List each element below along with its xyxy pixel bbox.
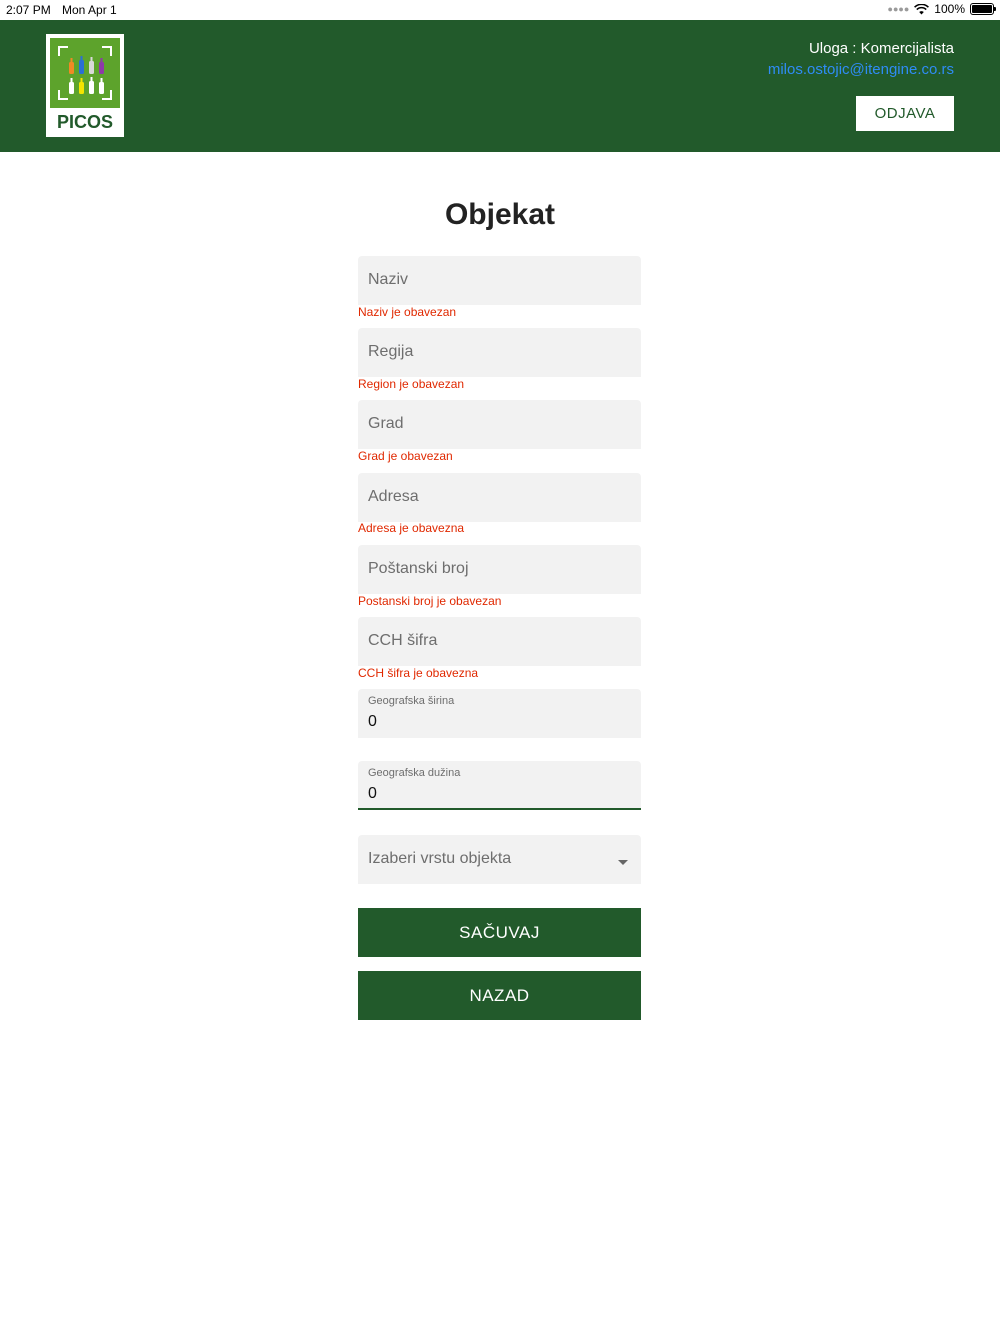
postanski-broj-input[interactable]: Poštanski broj xyxy=(358,545,641,594)
geo-duzina-label: Geografska dužina xyxy=(368,767,461,779)
battery-percent: 100% xyxy=(934,2,965,16)
signal-icon: ●●●● xyxy=(887,4,910,14)
postanski-broj-error: Postanski broj je obavezan xyxy=(358,594,502,608)
status-bar: 2:07 PM Mon Apr 1 ●●●● 100% xyxy=(0,0,1000,20)
wifi-icon xyxy=(914,3,930,14)
user-info: Uloga : Komercijalista milos.ostojic@ite… xyxy=(768,38,954,80)
dropdown-arrow-icon xyxy=(618,860,628,865)
app-header: PICOS Uloga : Komercijalista milos.ostoj… xyxy=(0,20,1000,152)
cch-sifra-input[interactable]: CCH šifra xyxy=(358,617,641,666)
grad-placeholder: Grad xyxy=(368,415,404,432)
vrsta-objekta-select[interactable]: Izaberi vrstu objekta xyxy=(358,835,641,884)
logo-text: PICOS xyxy=(56,112,113,132)
geo-duzina-value: 0 xyxy=(368,785,377,802)
regija-error: Region je obavezan xyxy=(358,377,465,391)
regija-placeholder: Regija xyxy=(368,343,414,360)
picos-logo: PICOS xyxy=(46,34,124,137)
status-time: 2:07 PM xyxy=(6,3,51,17)
grad-error: Grad je obavezan xyxy=(358,449,453,463)
user-email-link[interactable]: milos.ostojic@itengine.co.rs xyxy=(768,59,954,80)
postanski-broj-placeholder: Poštanski broj xyxy=(368,560,469,577)
back-button[interactable]: NAZAD xyxy=(358,971,641,1020)
battery-icon xyxy=(970,3,996,15)
logo-graphic xyxy=(50,38,120,108)
grad-input[interactable]: Grad xyxy=(358,400,641,449)
vrsta-objekta-placeholder: Izaberi vrstu objekta xyxy=(368,850,512,867)
cch-sifra-error: CCH šifra je obavezna xyxy=(358,666,479,680)
geo-duzina-input[interactable]: Geografska dužina 0 xyxy=(358,761,641,810)
bottles-icon xyxy=(69,56,104,94)
user-role: Uloga : Komercijalista xyxy=(808,40,954,57)
naziv-error: Naziv je obavezan xyxy=(358,305,457,319)
status-date: Mon Apr 1 xyxy=(62,3,117,17)
logout-button[interactable]: ODJAVA xyxy=(856,96,954,131)
status-right: ●●●● 100% xyxy=(887,2,996,16)
adresa-placeholder: Adresa xyxy=(368,488,419,505)
adresa-error: Adresa je obavezna xyxy=(358,521,465,535)
adresa-input[interactable]: Adresa xyxy=(358,473,641,522)
save-button[interactable]: SAČUVAJ xyxy=(358,908,641,957)
regija-input[interactable]: Regija xyxy=(358,328,641,377)
cch-sifra-placeholder: CCH šifra xyxy=(368,632,438,649)
geo-sirina-label: Geografska širina xyxy=(368,695,455,707)
geo-sirina-value: 0 xyxy=(368,713,377,730)
naziv-placeholder: Naziv xyxy=(368,271,409,288)
page-title: Objekat xyxy=(444,198,556,231)
geo-sirina-input[interactable]: Geografska širina 0 xyxy=(358,689,641,738)
naziv-input[interactable]: Naziv xyxy=(358,256,641,305)
